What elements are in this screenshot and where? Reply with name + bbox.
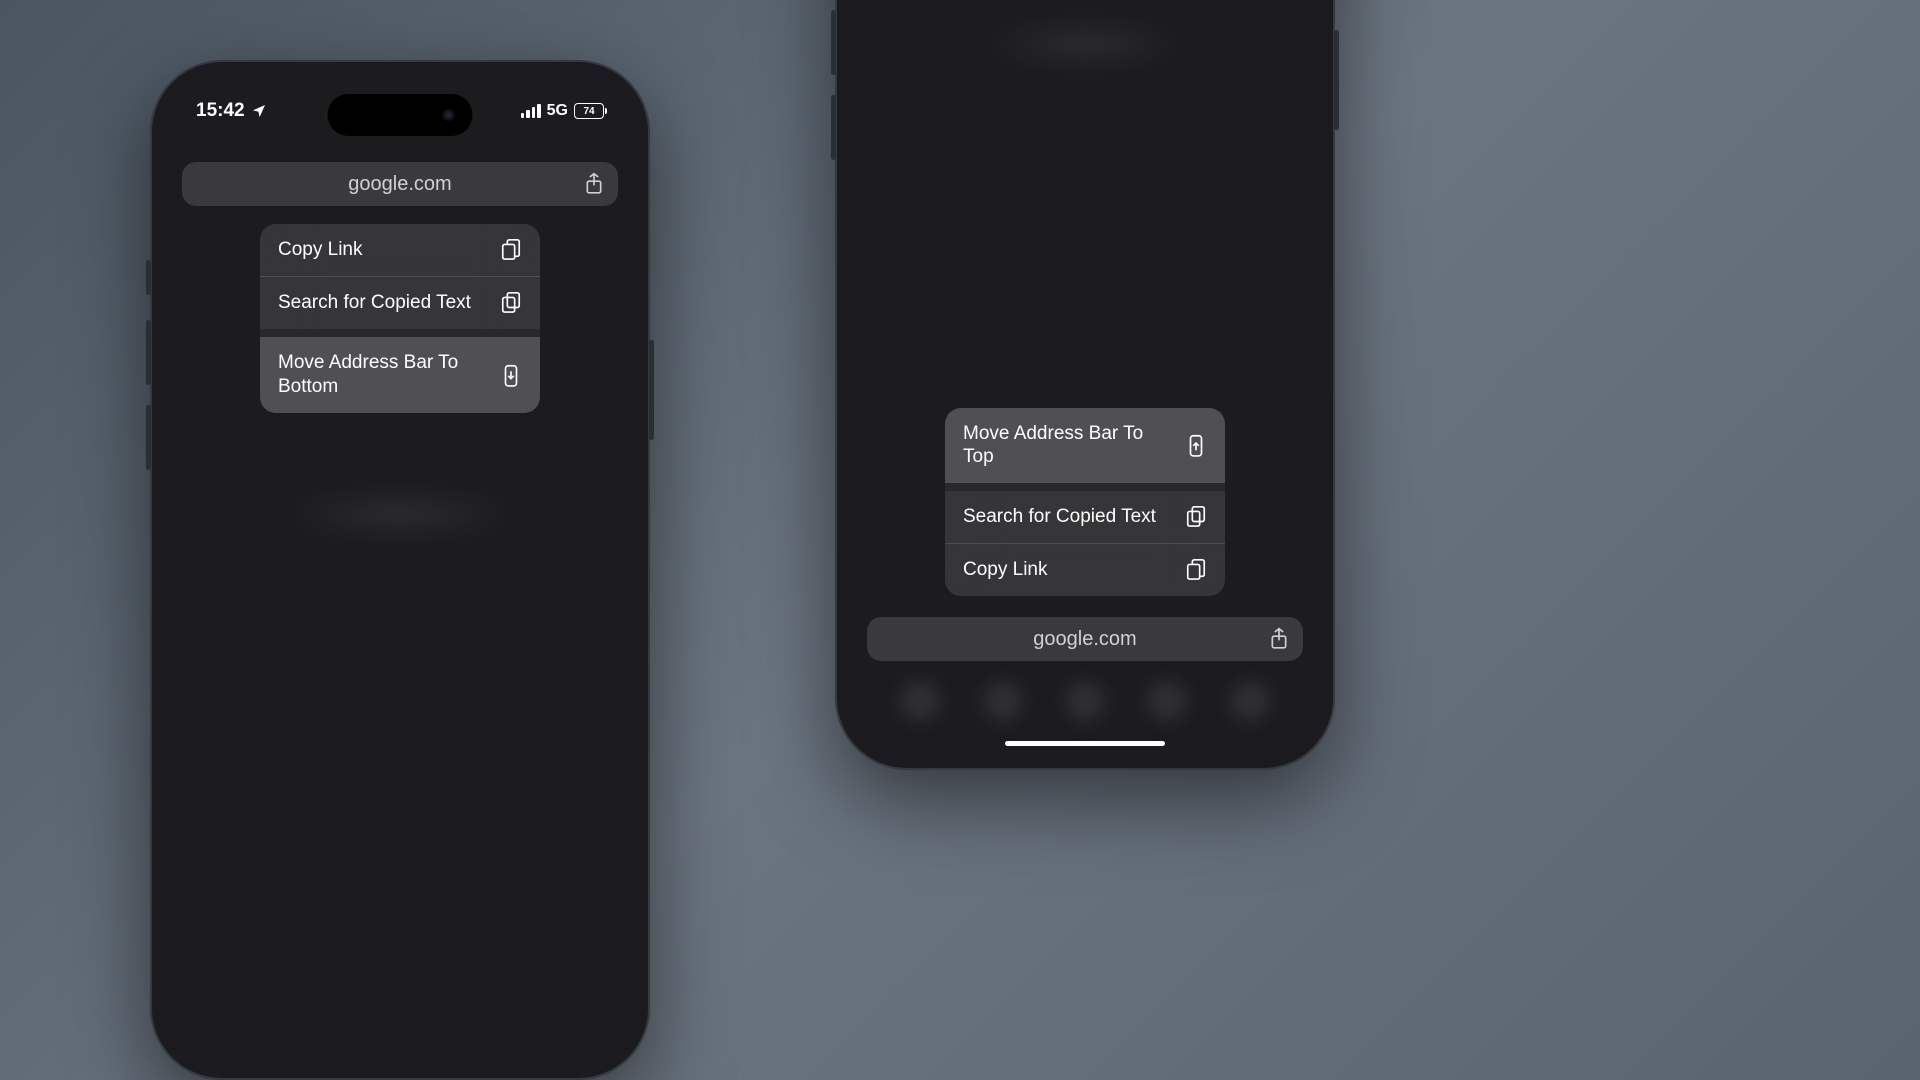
address-bar[interactable]: google.com [182, 162, 618, 206]
screen-left: 15:42 5G 74 google.com [164, 74, 636, 1066]
volume-up-button[interactable] [831, 10, 836, 75]
share-icon[interactable] [1269, 627, 1289, 651]
menu-search-copied[interactable]: Search for Copied Text [260, 276, 540, 329]
toolbar-back-icon[interactable] [900, 681, 940, 721]
blurred-content [280, 494, 520, 534]
dynamic-island[interactable] [328, 94, 473, 136]
phone-arrow-down-icon [500, 363, 522, 387]
network-label: 5G [547, 102, 568, 120]
menu-item-label: Search for Copied Text [278, 291, 471, 315]
menu-item-label: Search for Copied Text [963, 505, 1156, 529]
power-button[interactable] [649, 340, 654, 440]
copy-docs-icon [500, 238, 522, 262]
copy-docs-icon [1185, 558, 1207, 582]
toolbar-bookmarks-icon[interactable] [1147, 681, 1187, 721]
toolbar-share-icon[interactable] [1065, 681, 1105, 721]
menu-separator [260, 329, 540, 337]
volume-up-button[interactable] [146, 320, 151, 385]
home-indicator[interactable] [1005, 741, 1165, 746]
location-arrow-icon [251, 103, 267, 119]
menu-item-label: Copy Link [278, 238, 363, 262]
phone-right: Move Address Bar To Top Search for Copie… [835, 0, 1335, 770]
power-button[interactable] [1334, 30, 1339, 130]
menu-move-address-bar[interactable]: Move Address Bar To Bottom [260, 337, 540, 413]
menu-item-label: Copy Link [963, 558, 1048, 582]
clipboard-search-icon [1185, 505, 1207, 529]
url-text: google.com [348, 173, 451, 196]
menu-separator [945, 483, 1225, 491]
battery-level: 74 [583, 106, 594, 117]
bottom-toolbar [879, 676, 1291, 726]
volume-down-button[interactable] [831, 95, 836, 160]
menu-copy-link[interactable]: Copy Link [945, 543, 1225, 596]
phone-arrow-up-icon [1185, 433, 1207, 457]
volume-down-button[interactable] [146, 405, 151, 470]
mute-switch[interactable] [146, 260, 151, 295]
cellular-signal-icon [521, 104, 541, 118]
screen-right: Move Address Bar To Top Search for Copie… [849, 0, 1321, 756]
toolbar-forward-icon[interactable] [983, 681, 1023, 721]
phone-left: 15:42 5G 74 google.com [150, 60, 650, 1080]
menu-search-copied[interactable]: Search for Copied Text [945, 491, 1225, 543]
clipboard-search-icon [500, 291, 522, 315]
menu-item-label: Move Address Bar To Bottom [278, 351, 478, 399]
menu-copy-link[interactable]: Copy Link [260, 224, 540, 276]
toolbar-tabs-icon[interactable] [1230, 681, 1270, 721]
blurred-content [985, 24, 1185, 64]
share-icon[interactable] [584, 172, 604, 196]
menu-move-address-bar[interactable]: Move Address Bar To Top [945, 408, 1225, 484]
address-bar[interactable]: google.com [867, 617, 1303, 661]
context-menu: Copy Link Search for Copied Text Move Ad… [260, 224, 540, 413]
url-text: google.com [1033, 628, 1136, 651]
status-time: 15:42 [196, 100, 245, 122]
context-menu: Move Address Bar To Top Search for Copie… [945, 408, 1225, 597]
battery-icon: 74 [574, 103, 604, 119]
menu-item-label: Move Address Bar To Top [963, 422, 1163, 470]
